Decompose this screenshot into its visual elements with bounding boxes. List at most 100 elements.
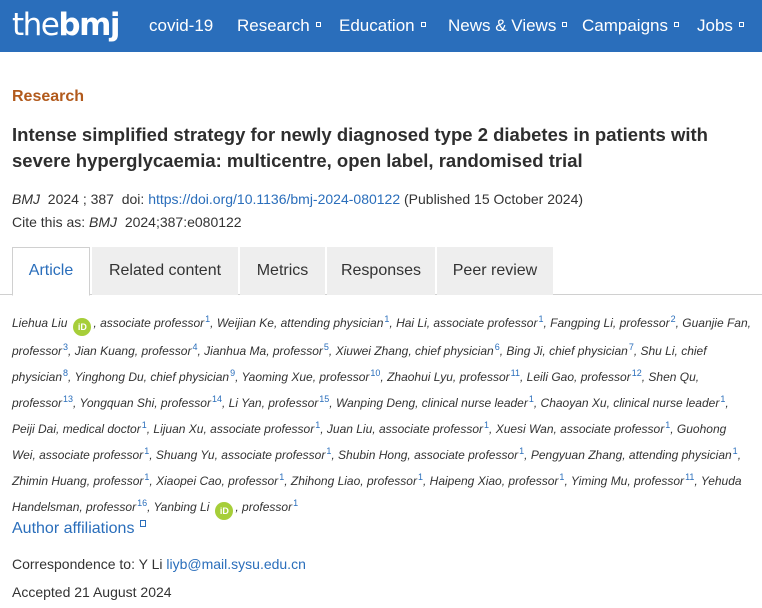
affiliation-number[interactable]: 1: [144, 472, 149, 482]
author-name[interactable]: Jianhua Ma: [204, 344, 266, 358]
published-date: (Published 15 October 2024): [404, 191, 584, 207]
author-name[interactable]: Bing Ji: [506, 344, 542, 358]
author-role: professor: [508, 474, 559, 488]
author-name[interactable]: Pengyuan Zhang: [531, 448, 622, 462]
tab-article[interactable]: Article: [12, 247, 90, 296]
author-entry: Peiji Dai, medical doctor1,: [12, 420, 154, 436]
affiliation-number[interactable]: 1: [279, 472, 284, 482]
affiliation-number[interactable]: 16: [137, 498, 147, 508]
orcid-icon[interactable]: iD: [215, 502, 234, 520]
affiliation-number[interactable]: 15: [319, 394, 329, 404]
affiliation-number[interactable]: 1: [484, 420, 489, 430]
affiliation-number[interactable]: 1: [144, 446, 149, 456]
author-name[interactable]: Shubin Hong: [338, 448, 407, 462]
author-name[interactable]: Fangping Li: [550, 316, 613, 330]
affiliation-number[interactable]: 1: [315, 420, 320, 430]
author-name[interactable]: Juan Liu: [327, 422, 372, 436]
affiliation-number[interactable]: 1: [205, 314, 210, 324]
affiliation-number[interactable]: 1: [384, 314, 389, 324]
tab-related-content[interactable]: Related content: [92, 247, 238, 295]
affiliation-number[interactable]: 4: [192, 342, 197, 352]
affiliation-number[interactable]: 1: [559, 472, 564, 482]
author-name[interactable]: Weijian Ke: [217, 316, 274, 330]
nav-research[interactable]: Research: [237, 15, 321, 37]
nav-jobs[interactable]: Jobs: [697, 15, 744, 37]
affiliation-number[interactable]: 9: [230, 368, 235, 378]
affiliation-number[interactable]: 1: [142, 420, 147, 430]
author-name[interactable]: Yaoming Xue: [242, 370, 313, 384]
author-role: attending physician: [628, 448, 732, 462]
affiliation-number[interactable]: 1: [418, 472, 423, 482]
author-name[interactable]: Shu Li: [641, 344, 675, 358]
author-name[interactable]: Zhihong Liao: [291, 474, 360, 488]
nav-covid-19[interactable]: covid-19: [149, 15, 213, 37]
citation-line: BMJ 2024 ; 387 doi: https://doi.org/10.1…: [12, 191, 583, 207]
affiliation-number[interactable]: 3: [63, 342, 68, 352]
author-name[interactable]: Zhaohui Lyu: [387, 370, 453, 384]
author-name[interactable]: Hai Li: [396, 316, 427, 330]
author-name[interactable]: Peiji Dai: [12, 422, 56, 436]
affiliation-number[interactable]: 10: [370, 368, 380, 378]
author-entry: Yaoming Xue, professor10,: [241, 368, 388, 384]
affiliation-number[interactable]: 12: [632, 368, 642, 378]
author-affiliations-link[interactable]: Author affiliations: [12, 520, 147, 538]
author-role: professor: [141, 344, 192, 358]
author-name[interactable]: Shen Qu: [648, 370, 695, 384]
author-name[interactable]: Liehua Liu: [12, 316, 67, 330]
orcid-icon[interactable]: iD: [73, 318, 92, 336]
author-name[interactable]: Haipeng Xiao: [430, 474, 502, 488]
affiliation-number[interactable]: 6: [495, 342, 500, 352]
affiliation-number[interactable]: 5: [324, 342, 329, 352]
author-name[interactable]: Jian Kuang: [75, 344, 135, 358]
affiliation-number[interactable]: 1: [293, 498, 298, 508]
author-name[interactable]: Shuang Yu: [156, 448, 215, 462]
affiliation-number[interactable]: 7: [629, 342, 634, 352]
affiliation-number[interactable]: 1: [519, 446, 524, 456]
cite-journal: BMJ: [89, 214, 118, 230]
affiliation-number[interactable]: 14: [212, 394, 222, 404]
author-name[interactable]: Xiaopei Cao: [156, 474, 221, 488]
author-role: professor: [272, 344, 323, 358]
tab-peer-review[interactable]: Peer review: [437, 247, 553, 295]
affiliation-number[interactable]: 2: [671, 314, 676, 324]
tab-responses[interactable]: Responses: [327, 247, 435, 295]
author-name[interactable]: Li Yan: [229, 396, 262, 410]
nav-news-views[interactable]: News & Views: [448, 15, 568, 37]
author-name[interactable]: Xuesi Wan: [496, 422, 554, 436]
affiliation-number[interactable]: 1: [665, 420, 670, 430]
affiliation-number[interactable]: 1: [538, 314, 543, 324]
bmj-logo[interactable]: thebmj: [12, 5, 120, 45]
author-name[interactable]: Zhimin Huang: [12, 474, 87, 488]
author-role: professor: [319, 370, 370, 384]
article-section-label[interactable]: Research: [12, 88, 84, 106]
author-name[interactable]: Yiming Mu: [571, 474, 627, 488]
author-name[interactable]: Xiuwei Zhang: [336, 344, 409, 358]
author-name[interactable]: Yinghong Du: [75, 370, 144, 384]
author-role: medical doctor: [62, 422, 141, 436]
nav-campaigns[interactable]: Campaigns: [582, 15, 679, 37]
doi-link[interactable]: https://doi.org/10.1136/bmj-2024-080122: [148, 191, 400, 207]
affiliation-number[interactable]: 8: [63, 368, 68, 378]
nav-education[interactable]: Education: [339, 15, 426, 37]
author-name[interactable]: Lijuan Xu: [153, 422, 203, 436]
author-name[interactable]: Leili Gao: [527, 370, 574, 384]
author-name[interactable]: Chaoyan Xu: [541, 396, 607, 410]
doi-label: doi:: [121, 191, 145, 207]
author-entry: Pengyuan Zhang, attending physician1,: [530, 446, 742, 462]
correspondence-email[interactable]: liyb@mail.sysu.edu.cn: [166, 556, 306, 572]
author-name[interactable]: Yanbing Li: [154, 500, 210, 514]
author-name[interactable]: Wanping Deng: [336, 396, 415, 410]
dropdown-icon: [315, 22, 321, 28]
affiliation-number[interactable]: 1: [733, 446, 738, 456]
author-entry: Yongquan Shi, professor14,: [79, 394, 229, 410]
affiliation-number[interactable]: 1: [529, 394, 534, 404]
tab-metrics[interactable]: Metrics: [240, 247, 325, 295]
author-name[interactable]: Yongquan Shi: [80, 396, 155, 410]
author-name[interactable]: Guanjie Fan: [682, 316, 747, 330]
affiliation-number[interactable]: 1: [720, 394, 725, 404]
affiliation-number[interactable]: 11: [511, 368, 520, 378]
year-volume: 2024 ; 387: [47, 191, 114, 207]
affiliation-number[interactable]: 11: [685, 472, 694, 482]
affiliation-number[interactable]: 1: [326, 446, 331, 456]
affiliation-number[interactable]: 13: [63, 394, 73, 404]
